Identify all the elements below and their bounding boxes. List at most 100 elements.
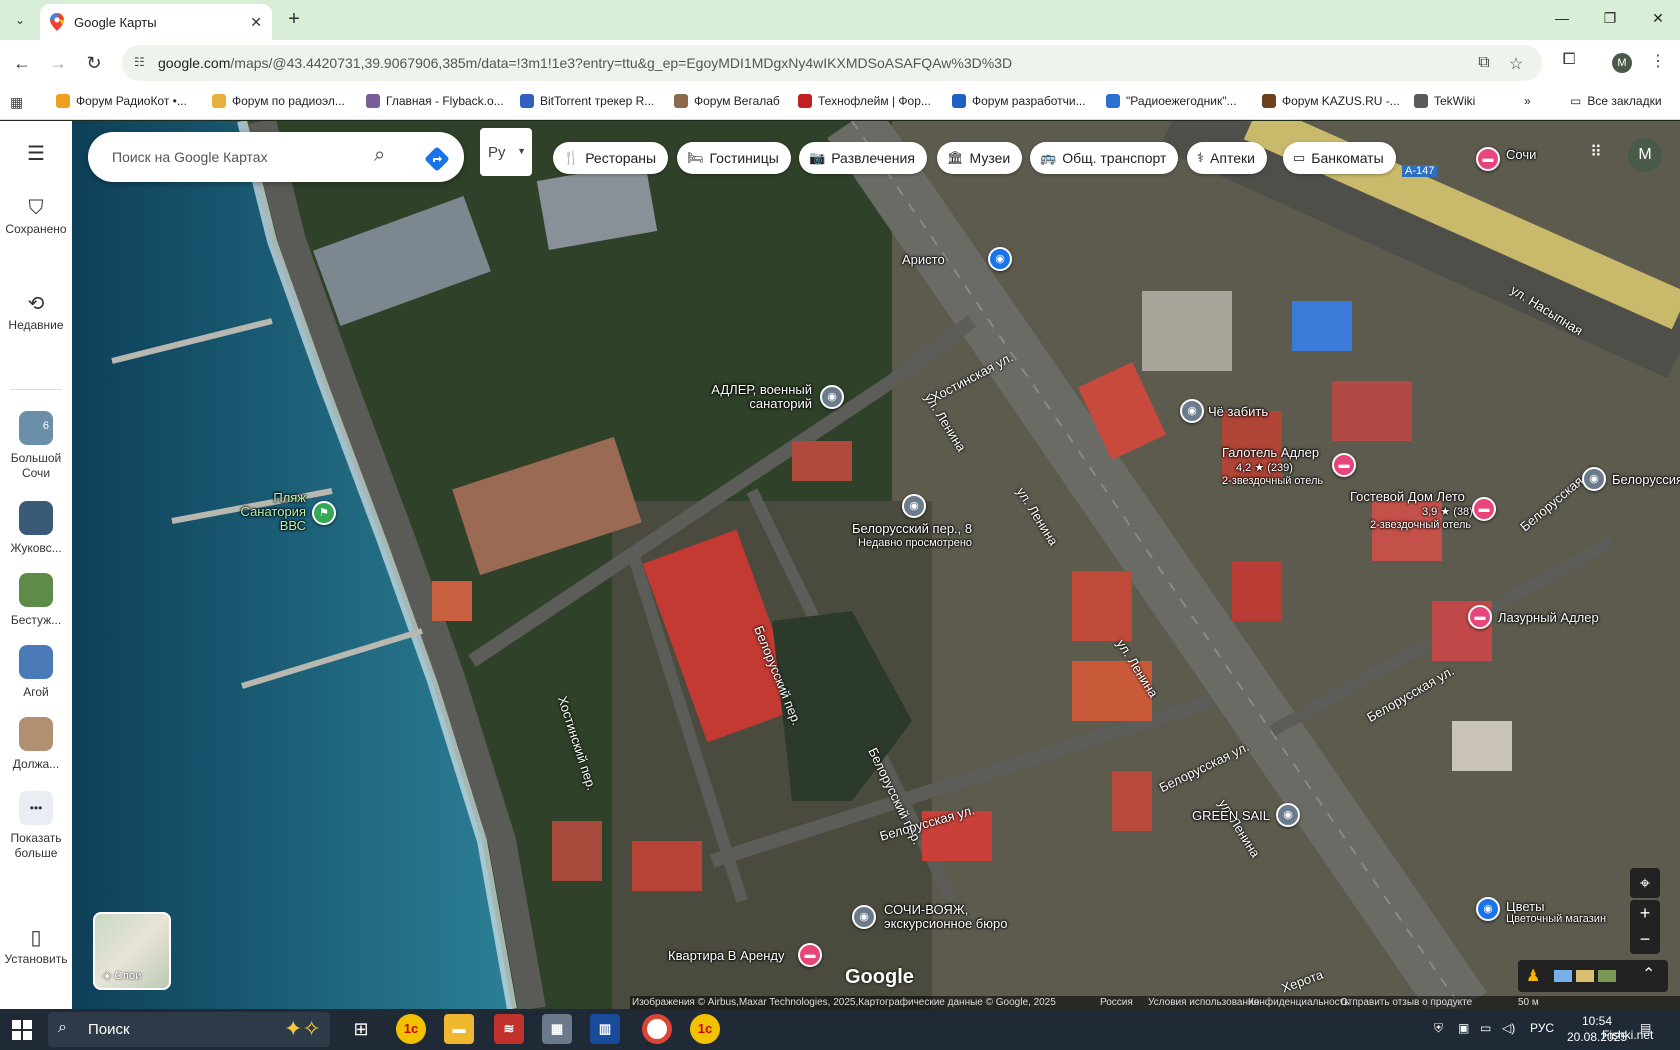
windows-start-icon[interactable] — [12, 1020, 32, 1040]
place-label-aristo[interactable]: Аристо — [902, 252, 945, 267]
site-info-icon[interactable]: ☷ — [134, 55, 150, 71]
chip-atms[interactable]: ▭ Банкоматы — [1283, 142, 1396, 174]
show-more-button[interactable]: ••• Показать больше — [0, 791, 72, 861]
back-button[interactable]: ← — [10, 51, 34, 75]
bookmarks-overflow-icon[interactable]: » — [1524, 94, 1531, 108]
app-icon[interactable]: ≋ — [494, 1014, 524, 1044]
hotel-pin-lazurny[interactable]: ▬ — [1468, 605, 1492, 629]
place-label-tsvety[interactable]: Цветы — [1506, 899, 1544, 914]
chip-restaurants[interactable]: 🍴 Рестораны — [553, 142, 669, 174]
install-app-icon[interactable]: ⧉ — [1474, 54, 1494, 72]
install-app-button[interactable]: ▯ Установить — [0, 928, 72, 967]
place-label-sochi-voyage[interactable]: СОЧИ-ВОЯЖ, экскурсионное бюро — [884, 903, 1034, 931]
tray-app-icon[interactable]: ▣ — [1458, 1021, 1469, 1035]
place-label-lazurny[interactable]: Лазурный Адлер — [1498, 610, 1599, 625]
directions-icon[interactable] — [424, 146, 450, 172]
file-explorer-icon[interactable]: ▬ — [444, 1014, 474, 1044]
bookmark-item[interactable]: Форум KAZUS.RU -... — [1262, 94, 1400, 108]
bookmark-item[interactable]: BitTorrent трекер R... — [520, 94, 654, 108]
search-icon[interactable]: ⌕ — [374, 144, 385, 167]
place-pin-tsvety[interactable]: ◉ — [1476, 897, 1500, 921]
bookmark-item[interactable]: Форум Вегалаб — [674, 94, 780, 108]
address-bar[interactable]: ☷ google.com/maps/@43.4420731,39.9067906… — [122, 45, 1542, 81]
menu-button[interactable]: ☰ — [0, 144, 72, 168]
bookmark-item[interactable]: Форум по радиоэл... — [212, 94, 345, 108]
tab-close-icon[interactable]: ✕ — [250, 14, 262, 31]
feedback-link[interactable]: Отправить отзыв о продукте — [1340, 997, 1472, 1008]
hotel-pin-guest-house[interactable]: ▬ — [1472, 497, 1496, 521]
place-label-chezabit[interactable]: Чё забить — [1208, 404, 1268, 419]
zoom-out-button[interactable]: − — [1630, 926, 1660, 952]
bookmark-item[interactable]: "Радиоежегодник"... — [1106, 94, 1237, 108]
bookmark-item[interactable]: TekWiki — [1414, 94, 1475, 108]
new-tab-button[interactable]: + — [282, 8, 306, 32]
chevron-up-icon[interactable]: ⌃ — [1642, 964, 1655, 984]
bookmark-star-icon[interactable]: ☆ — [1506, 54, 1526, 74]
bookmark-item[interactable]: Главная - Flyback.o... — [366, 94, 504, 108]
place-pin-sanatorium[interactable]: ◉ — [820, 385, 844, 409]
layers-button[interactable]: ◈ Слои — [93, 912, 171, 990]
place-label-green-sail[interactable]: GREEN SAIL — [1192, 808, 1270, 823]
hotel-pin-sochi[interactable]: ▬ — [1476, 147, 1500, 171]
forward-button[interactable]: → — [46, 51, 70, 75]
zoom-in-button[interactable]: + — [1630, 900, 1660, 926]
place-pin-aristo[interactable]: ◉ — [988, 247, 1012, 271]
chip-entertainment[interactable]: 📷 Развлечения — [799, 142, 927, 174]
place-label-sanatorium[interactable]: АДЛЕР, военный санаторий — [704, 383, 812, 411]
url-text[interactable]: google.com/maps/@43.4420731,39.9067906,3… — [158, 55, 1012, 71]
place-pin-green-sail[interactable]: ◉ — [1276, 803, 1300, 827]
street-view-panel[interactable]: ♟ ⌃ — [1518, 960, 1668, 992]
place-label-belorussia[interactable]: Белоруссия — [1612, 472, 1680, 487]
recent-place-agoy[interactable]: Агой — [0, 645, 72, 700]
saved-button[interactable]: ⛉ Сохранено — [0, 198, 72, 237]
taskbar-search[interactable]: ⌕ Поиск ✦✧ — [48, 1012, 330, 1047]
all-bookmarks-folder[interactable]: ▭ Все закладки — [1570, 94, 1662, 108]
reload-button[interactable]: ↻ — [82, 51, 106, 75]
scale-label[interactable]: 50 м — [1518, 997, 1539, 1008]
chrome-icon[interactable] — [642, 1014, 672, 1044]
place-pin-belorussia[interactable]: ◉ — [1582, 467, 1606, 491]
recent-place-dolzha[interactable]: Должа... — [0, 717, 72, 772]
place-label-galotel[interactable]: Галотель Адлер — [1222, 445, 1319, 460]
recent-place-zhukovs[interactable]: Жуковс... — [0, 501, 72, 556]
place-pin-belorussky-8[interactable]: ◉ — [902, 494, 926, 518]
place-label-kvartira[interactable]: Квартира В Аренду — [668, 948, 784, 963]
bookmark-item[interactable]: Форум разработчи... — [952, 94, 1086, 108]
monitor-icon[interactable]: ▭ — [1480, 1021, 1491, 1035]
chip-hotels[interactable]: 🛏 Гостиницы — [677, 142, 791, 174]
hotel-pin-galotel[interactable]: ▬ — [1332, 453, 1356, 477]
volume-icon[interactable]: ◁) — [1502, 1021, 1515, 1035]
pegman-icon[interactable]: ♟ — [1526, 966, 1540, 986]
input-language-select[interactable]: Ру ▼ — [480, 128, 532, 176]
restore-button[interactable]: ❐ — [1600, 10, 1620, 27]
chip-pharmacies[interactable]: ⚕ Аптеки — [1187, 142, 1267, 174]
browser-menu-icon[interactable]: ⋮ — [1646, 51, 1670, 71]
place-pin-chezabit[interactable]: ◉ — [1180, 399, 1204, 423]
calculator-icon[interactable]: ▦ — [542, 1014, 572, 1044]
profile-avatar[interactable]: M — [1612, 53, 1632, 73]
privacy-link[interactable]: Конфиденциальность — [1248, 997, 1349, 1008]
search-input[interactable]: Поиск на Google Картах — [112, 149, 268, 165]
hotel-pin-kvartira[interactable]: ▬ — [798, 943, 822, 967]
extensions-icon[interactable]: ⧠ — [1557, 51, 1581, 69]
tab-search-button[interactable]: ⌄ — [6, 8, 34, 32]
place-pin-beach[interactable]: ⚑ — [312, 501, 336, 525]
task-view-icon[interactable]: ⊞ — [346, 1014, 376, 1044]
recent-place-bestuzh[interactable]: Бестуж... — [0, 573, 72, 628]
place-label-beach[interactable]: Пляж Санатория ВВС — [222, 491, 306, 533]
place-label-sochi[interactable]: Сочи — [1506, 147, 1536, 162]
country-link[interactable]: Россия — [1100, 997, 1133, 1008]
satellite-imagery[interactable] — [72, 121, 1680, 1009]
layer-thumb-icon[interactable] — [1554, 970, 1572, 982]
1c-app-icon[interactable]: 1c — [396, 1014, 426, 1044]
network-icon[interactable]: ⛨ — [1434, 1021, 1443, 1036]
layer-thumb-icon[interactable] — [1576, 970, 1594, 982]
bookmark-item[interactable]: Технофлейм | Фор... — [798, 94, 931, 108]
recent-button[interactable]: ⟲ Недавние — [0, 294, 72, 333]
input-language[interactable]: РУС — [1530, 1021, 1554, 1035]
1c-app-icon[interactable]: 1c — [690, 1014, 720, 1044]
my-location-icon[interactable]: ⌖ — [1630, 868, 1660, 898]
place-pin-sochi-voyage[interactable]: ◉ — [852, 905, 876, 929]
maps-account-avatar[interactable]: M — [1628, 138, 1662, 172]
bookmark-item[interactable]: Форум РадиоКот •... — [56, 94, 187, 108]
